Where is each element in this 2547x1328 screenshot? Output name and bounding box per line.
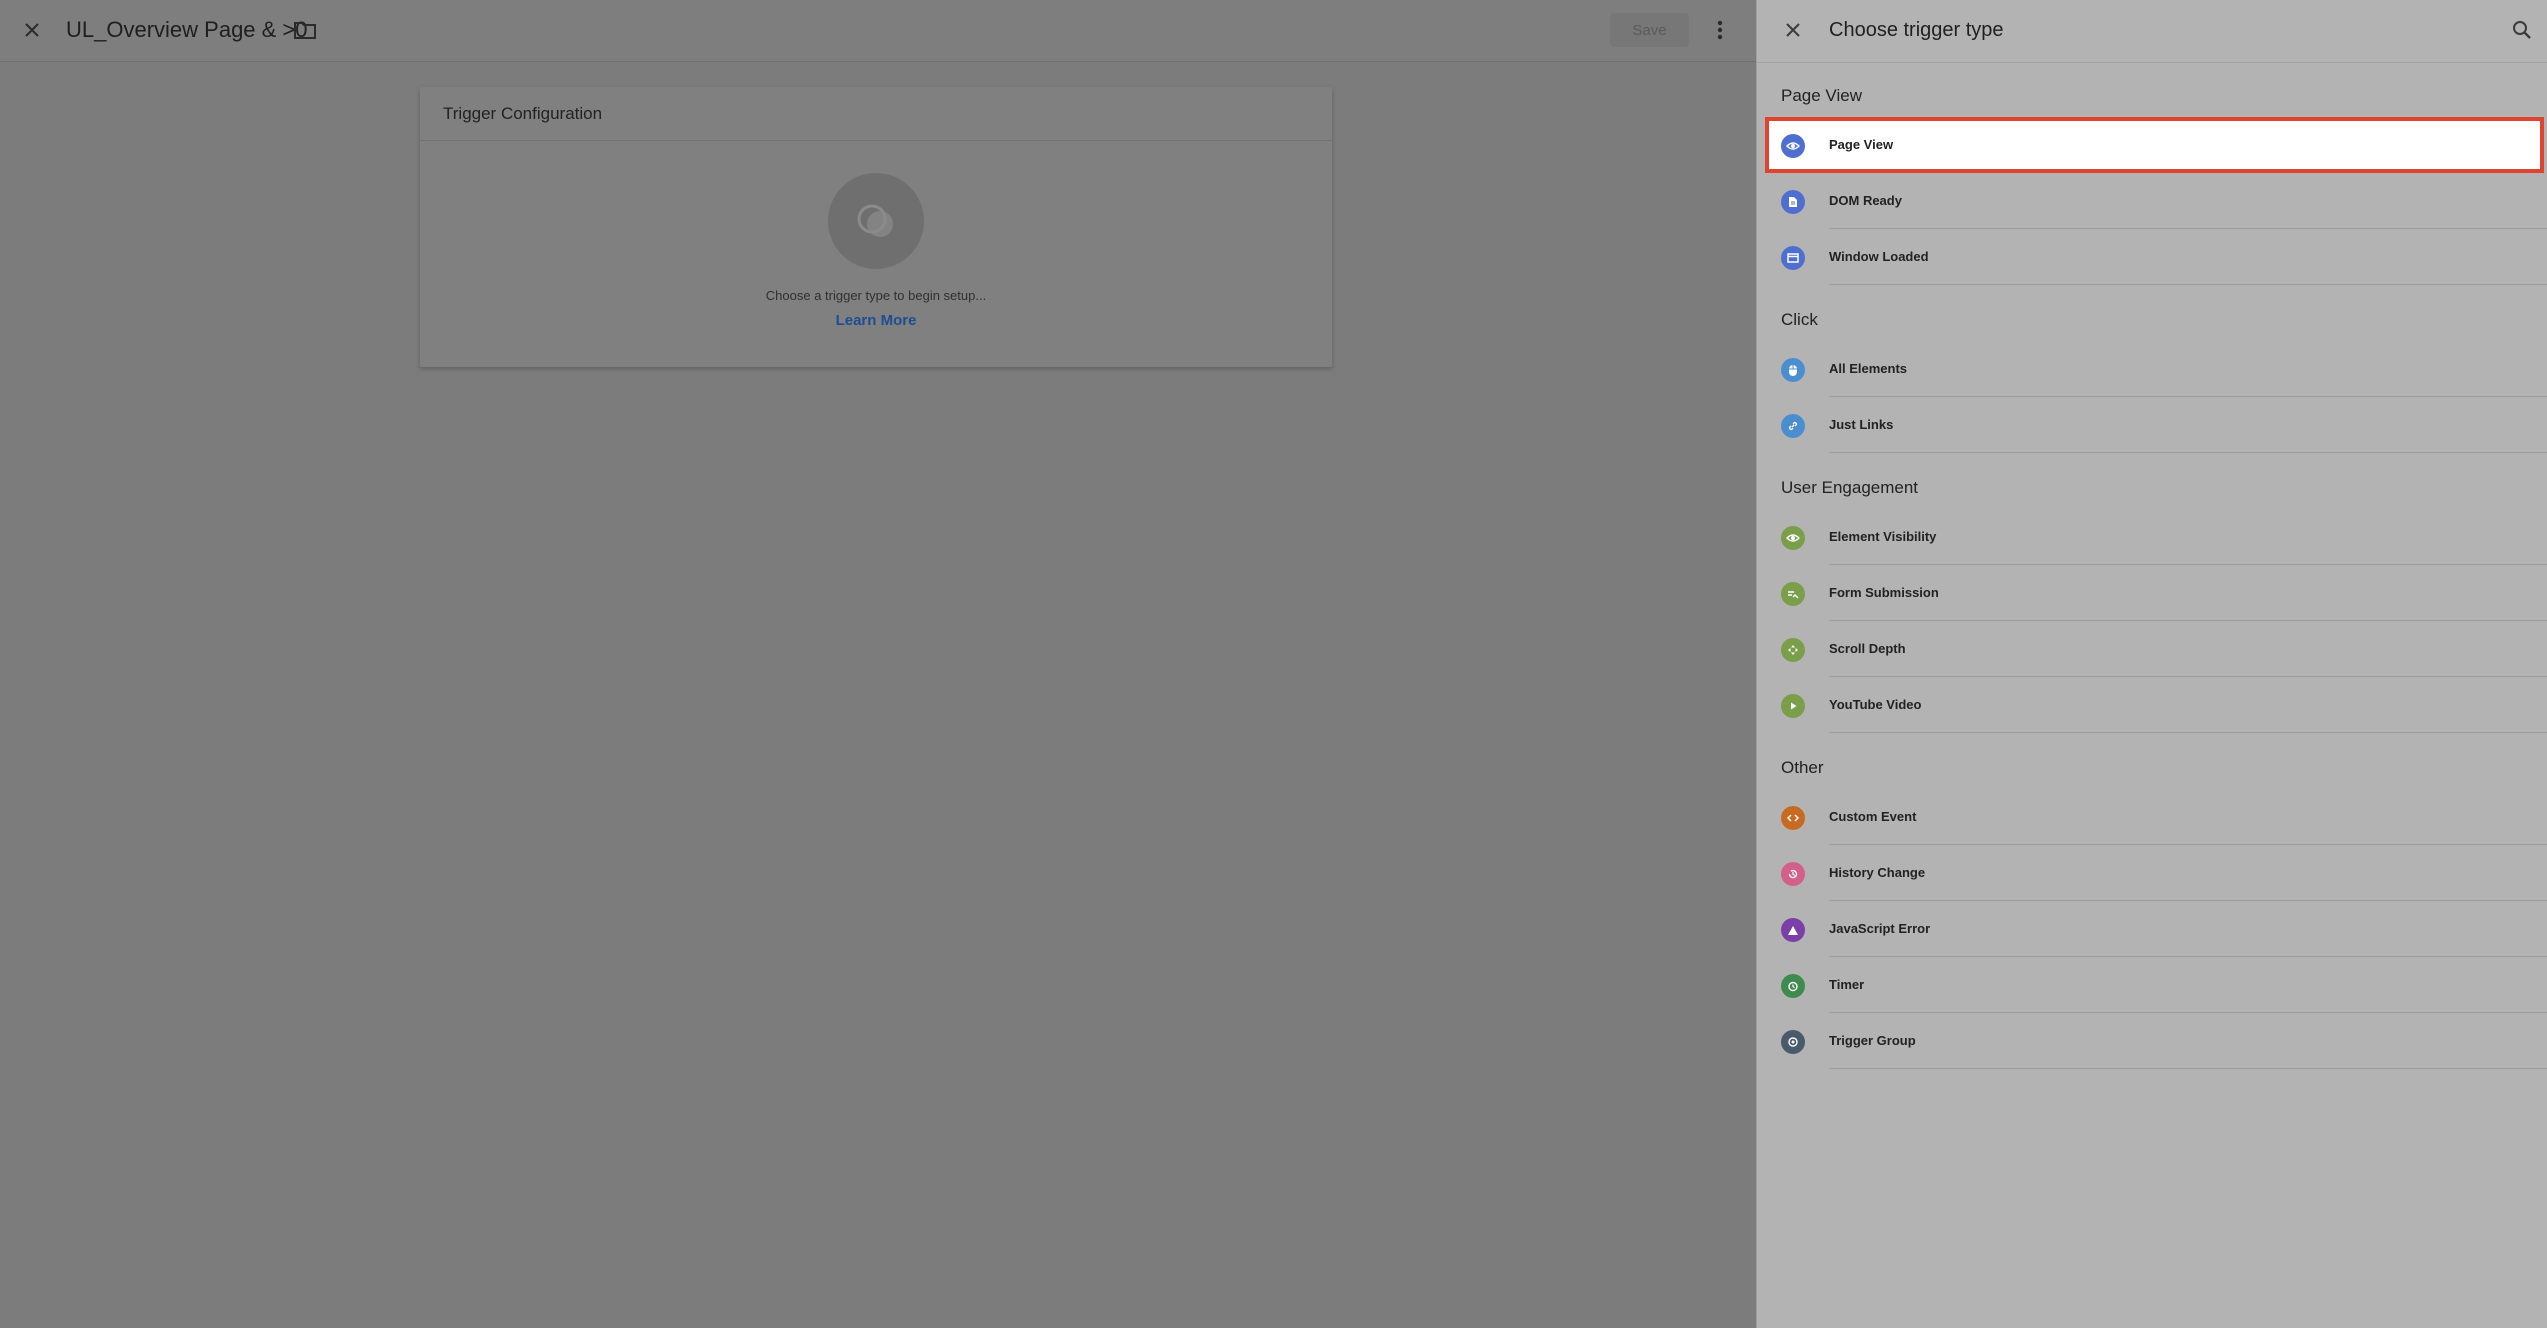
trigger-name[interactable]: UL_Overview Page & >0 <box>66 16 308 44</box>
trigger-type-just-links[interactable]: Just Links <box>1757 397 2547 453</box>
folder-icon <box>294 22 316 39</box>
divider <box>1829 1068 2547 1069</box>
timer-icon <box>1781 974 1805 998</box>
trigger-type-timer[interactable]: Timer <box>1757 957 2547 1013</box>
section-title-page-view: Page View <box>1781 86 1862 105</box>
trigger-type-label: Trigger Group <box>1829 1033 1916 1048</box>
trigger-type-label: YouTube Video <box>1829 697 1922 712</box>
trigger-configuration-card: Trigger Configuration Choose a trigger t… <box>420 87 1332 367</box>
trigger-type-element-visibility[interactable]: Element Visibility <box>1757 509 2547 565</box>
trigger-type-youtube-video[interactable]: YouTube Video <box>1757 677 2547 733</box>
trigger-type-history-change[interactable]: History Change <box>1757 845 2547 901</box>
learn-more-link[interactable]: Learn More <box>420 312 1332 329</box>
trigger-type-javascript-error[interactable]: JavaScript Error <box>1757 901 2547 957</box>
trigger-type-trigger-group[interactable]: Trigger Group <box>1757 1013 2547 1069</box>
trigger-type-label: Scroll Depth <box>1829 641 1906 656</box>
document-icon <box>1781 190 1805 214</box>
card-heading: Trigger Configuration <box>420 87 1332 141</box>
eye-icon <box>1781 134 1805 158</box>
trigger-type-label: DOM Ready <box>1829 193 1902 208</box>
trigger-type-label: Form Submission <box>1829 585 1939 600</box>
trigger-type-label: All Elements <box>1829 361 1908 376</box>
trigger-editor: UL_Overview Page & >0 Save Trigger Confi… <box>0 0 1756 1328</box>
choose-trigger-type-panel: Choose trigger type Page View Page View … <box>1756 0 2547 1328</box>
trigger-type-label: Custom Event <box>1829 809 1917 824</box>
trigger-type-form-submission[interactable]: Form Submission <box>1757 565 2547 621</box>
divider <box>1829 732 2547 733</box>
editor-toolbar: UL_Overview Page & >0 Save <box>0 0 1756 62</box>
trigger-type-page-view[interactable]: Page View <box>1765 117 2544 173</box>
eye-icon <box>1781 526 1805 550</box>
code-icon <box>1781 806 1805 830</box>
more-options-button[interactable] <box>1706 14 1734 46</box>
trigger-type-label: Timer <box>1829 977 1865 992</box>
play-icon <box>1781 694 1805 718</box>
trigger-type-label: JavaScript Error <box>1829 921 1931 936</box>
search-icon <box>2513 21 2531 39</box>
link-icon <box>1781 414 1805 438</box>
folder-button[interactable] <box>291 16 319 44</box>
section-title-user-engagement: User Engagement <box>1781 478 1919 497</box>
panel-header: Choose trigger type <box>1757 0 2547 63</box>
save-button[interactable]: Save <box>1610 13 1689 47</box>
trigger-type-all-elements[interactable]: All Elements <box>1757 341 2547 397</box>
window-icon <box>1781 246 1805 270</box>
more-vert-icon <box>1717 20 1723 40</box>
section-title-other: Other <box>1781 758 1824 777</box>
trigger-type-label: Just Links <box>1829 417 1894 432</box>
form-icon <box>1781 582 1805 606</box>
divider <box>1829 452 2547 453</box>
section-title-click: Click <box>1781 310 1818 329</box>
close-icon <box>1786 23 1800 37</box>
trigger-type-label: Element Visibility <box>1829 529 1937 544</box>
history-icon <box>1781 862 1805 886</box>
panel-title: Choose trigger type <box>1829 19 2004 41</box>
close-editor-button[interactable] <box>18 16 46 44</box>
trigger-type-label: Page View <box>1829 137 1894 152</box>
scroll-icon <box>1781 638 1805 662</box>
group-icon <box>1781 1030 1805 1054</box>
trigger-placeholder-icon <box>857 204 893 237</box>
trigger-type-custom-event[interactable]: Custom Event <box>1757 789 2547 845</box>
search-button[interactable] <box>2508 16 2536 44</box>
trigger-type-scroll-depth[interactable]: Scroll Depth <box>1757 621 2547 677</box>
warning-icon <box>1781 918 1805 942</box>
trigger-type-label: History Change <box>1829 865 1926 880</box>
trigger-type-dom-ready[interactable]: DOM Ready <box>1757 173 2547 229</box>
divider <box>1829 284 2547 285</box>
trigger-type-window-loaded[interactable]: Window Loaded <box>1757 229 2547 285</box>
trigger-type-label: Window Loaded <box>1829 249 1929 264</box>
close-panel-button[interactable] <box>1779 16 1807 44</box>
setup-hint: Choose a trigger type to begin setup... <box>765 288 987 303</box>
close-icon <box>25 23 39 37</box>
trigger-placeholder[interactable] <box>828 173 924 269</box>
mouse-icon <box>1781 358 1805 382</box>
